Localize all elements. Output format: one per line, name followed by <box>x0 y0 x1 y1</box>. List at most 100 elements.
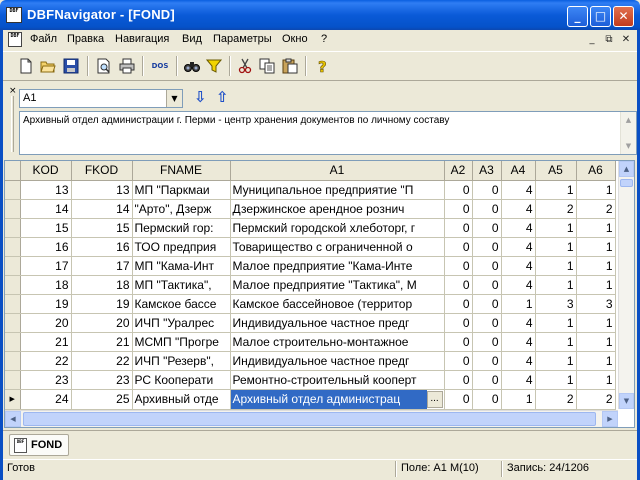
cell-a1[interactable]: Дзержинское арендное рознич <box>230 199 445 219</box>
cell-a1[interactable]: Малое предприятие "Тактика", М <box>230 275 445 295</box>
cell-a3[interactable]: 0 <box>472 275 502 295</box>
cell-fname[interactable]: МП "Тактика", <box>132 275 231 295</box>
row-indicator[interactable] <box>5 370 21 390</box>
row-indicator[interactable] <box>5 256 21 276</box>
mdi-minimize-button[interactable]: _ <box>585 33 599 47</box>
cell-fname[interactable]: Камское бассе <box>132 294 231 314</box>
table-row[interactable]: ▶ 24 25 Архивный отде Архивный отдел админис… <box>5 389 616 410</box>
menu-help[interactable]: ? <box>321 33 327 45</box>
cell-a4[interactable]: 1 <box>501 294 536 314</box>
column-header-fname[interactable]: FNAME <box>132 161 231 181</box>
cell-a6[interactable]: 2 <box>576 389 616 410</box>
cell-fkod[interactable]: 15 <box>71 218 133 238</box>
cell-kod[interactable]: 19 <box>20 294 72 314</box>
arrow-up-icon[interactable]: ⇧ <box>216 88 229 106</box>
cell-a6[interactable]: 1 <box>576 218 616 238</box>
mdi-restore-button[interactable]: ⧉ <box>602 33 616 47</box>
cell-a6[interactable]: 1 <box>576 351 616 371</box>
cell-a4[interactable]: 4 <box>501 313 536 333</box>
column-header-kod[interactable]: KOD <box>20 161 72 181</box>
scroll-left-icon[interactable]: ◀ <box>5 411 21 427</box>
cell-a4[interactable]: 4 <box>501 275 536 295</box>
field-select[interactable]: A1 ▼ <box>19 89 183 108</box>
cell-a4[interactable]: 4 <box>501 370 536 390</box>
column-header-a1[interactable]: A1 <box>230 161 445 181</box>
column-header-a6[interactable]: A6 <box>576 161 616 181</box>
scroll-down-icon[interactable]: ▼ <box>621 138 636 154</box>
cell-a1[interactable]: Индивидуальное частное предг <box>230 351 445 371</box>
cell-a3[interactable]: 0 <box>472 370 502 390</box>
cell-a2[interactable]: 0 <box>444 237 473 257</box>
cell-a3[interactable]: 0 <box>472 313 502 333</box>
table-row[interactable]: 21 21 МСМП "Прогре Малое строительно-монтаж… <box>5 332 616 352</box>
cell-a4[interactable]: 1 <box>501 389 536 410</box>
cell-a4[interactable]: 4 <box>501 237 536 257</box>
cell-a6[interactable]: 1 <box>576 332 616 352</box>
menu-window[interactable]: Окно <box>282 33 308 45</box>
cell-fname[interactable]: МП "Кама-Инт <box>132 256 231 276</box>
cell-a1[interactable]: Архивный отдел администрац... <box>230 389 445 410</box>
save-icon[interactable] <box>60 55 82 77</box>
cell-a2[interactable]: 0 <box>444 313 473 333</box>
cell-fkod[interactable]: 19 <box>71 294 133 314</box>
cell-a2[interactable]: 0 <box>444 370 473 390</box>
title-bar[interactable]: DBF DBFNavigator - [FOND] _ □ ✕ <box>0 0 640 30</box>
cell-fkod[interactable]: 16 <box>71 237 133 257</box>
dropdown-arrow-icon[interactable]: ▼ <box>166 90 182 107</box>
table-row[interactable]: 14 14 "Арто", Дзерж Дзержинское арендное ро… <box>5 199 616 219</box>
grid-vertical-scrollbar[interactable]: ▲ ▼ <box>618 161 634 409</box>
cell-fname[interactable]: МСМП "Прогре <box>132 332 231 352</box>
cell-fname[interactable]: Пермский гор: <box>132 218 231 238</box>
table-row[interactable]: 15 15 Пермский гор: Пермский городской хлеб… <box>5 218 616 238</box>
cell-kod[interactable]: 13 <box>20 180 72 200</box>
minimize-button[interactable]: _ <box>567 6 588 27</box>
cell-kod[interactable]: 22 <box>20 351 72 371</box>
cell-a1[interactable]: Малое строительно-монтажное <box>230 332 445 352</box>
cell-fname[interactable]: ИЧП "Уралрес <box>132 313 231 333</box>
open-folder-icon[interactable] <box>37 55 59 77</box>
cell-fkod[interactable]: 25 <box>71 389 133 410</box>
column-header-a3[interactable]: A3 <box>472 161 502 181</box>
cell-a5[interactable]: 1 <box>535 237 577 257</box>
close-button[interactable]: ✕ <box>613 6 634 27</box>
table-row[interactable]: 22 22 ИЧП "Резерв", Индивидуальное частное … <box>5 351 616 371</box>
memo-scrollbar[interactable]: ▲ ▼ <box>620 112 636 154</box>
panel-grip[interactable] <box>11 96 14 152</box>
cell-kod[interactable]: 18 <box>20 275 72 295</box>
cell-a1[interactable]: Пермский городской хлеботорг, г <box>230 218 445 238</box>
row-indicator[interactable] <box>5 180 21 200</box>
menu-navigation[interactable]: Навигация <box>115 33 169 45</box>
cell-a3[interactable]: 0 <box>472 180 502 200</box>
cell-a1[interactable]: Ремонтно-строительный кооперт <box>230 370 445 390</box>
tab-fond[interactable]: DBF FOND <box>9 434 69 456</box>
cell-kod[interactable]: 15 <box>20 218 72 238</box>
menu-options[interactable]: Параметры <box>213 33 272 45</box>
table-row[interactable]: 17 17 МП "Кама-Инт Малое предприятие "Кама-… <box>5 256 616 276</box>
cell-fname[interactable]: МП "Паркмаи <box>132 180 231 200</box>
cell-a5[interactable]: 2 <box>535 389 577 410</box>
cell-a3[interactable]: 0 <box>472 294 502 314</box>
menu-file[interactable]: Файл <box>30 33 57 45</box>
cell-a1[interactable]: Товарищество с ограниченной о <box>230 237 445 257</box>
cell-a5[interactable]: 1 <box>535 180 577 200</box>
cell-fname[interactable]: "Арто", Дзерж <box>132 199 231 219</box>
cell-a6[interactable]: 1 <box>576 313 616 333</box>
cell-a2[interactable]: 0 <box>444 389 473 410</box>
menu-edit[interactable]: Правка <box>67 33 104 45</box>
scroll-down-icon[interactable]: ▼ <box>619 393 634 409</box>
cell-a6[interactable]: 1 <box>576 256 616 276</box>
cell-a2[interactable]: 0 <box>444 180 473 200</box>
cell-a2[interactable]: 0 <box>444 351 473 371</box>
cell-a1[interactable]: Индивидуальное частное предг <box>230 313 445 333</box>
cell-a5[interactable]: 1 <box>535 332 577 352</box>
table-row[interactable]: 13 13 МП "Паркмаи Муниципальное предприятие… <box>5 180 616 200</box>
cell-a6[interactable]: 1 <box>576 180 616 200</box>
maximize-button[interactable]: □ <box>590 6 611 27</box>
cell-fname[interactable]: Архивный отде <box>132 389 231 410</box>
cell-a2[interactable]: 0 <box>444 256 473 276</box>
cell-a6[interactable]: 1 <box>576 237 616 257</box>
cell-fkod[interactable]: 22 <box>71 351 133 371</box>
table-row[interactable]: 23 23 РС Кооперати Ремонтно-строительный ко… <box>5 370 616 390</box>
cell-a2[interactable]: 0 <box>444 218 473 238</box>
arrow-down-icon[interactable]: ⇩ <box>194 88 207 106</box>
